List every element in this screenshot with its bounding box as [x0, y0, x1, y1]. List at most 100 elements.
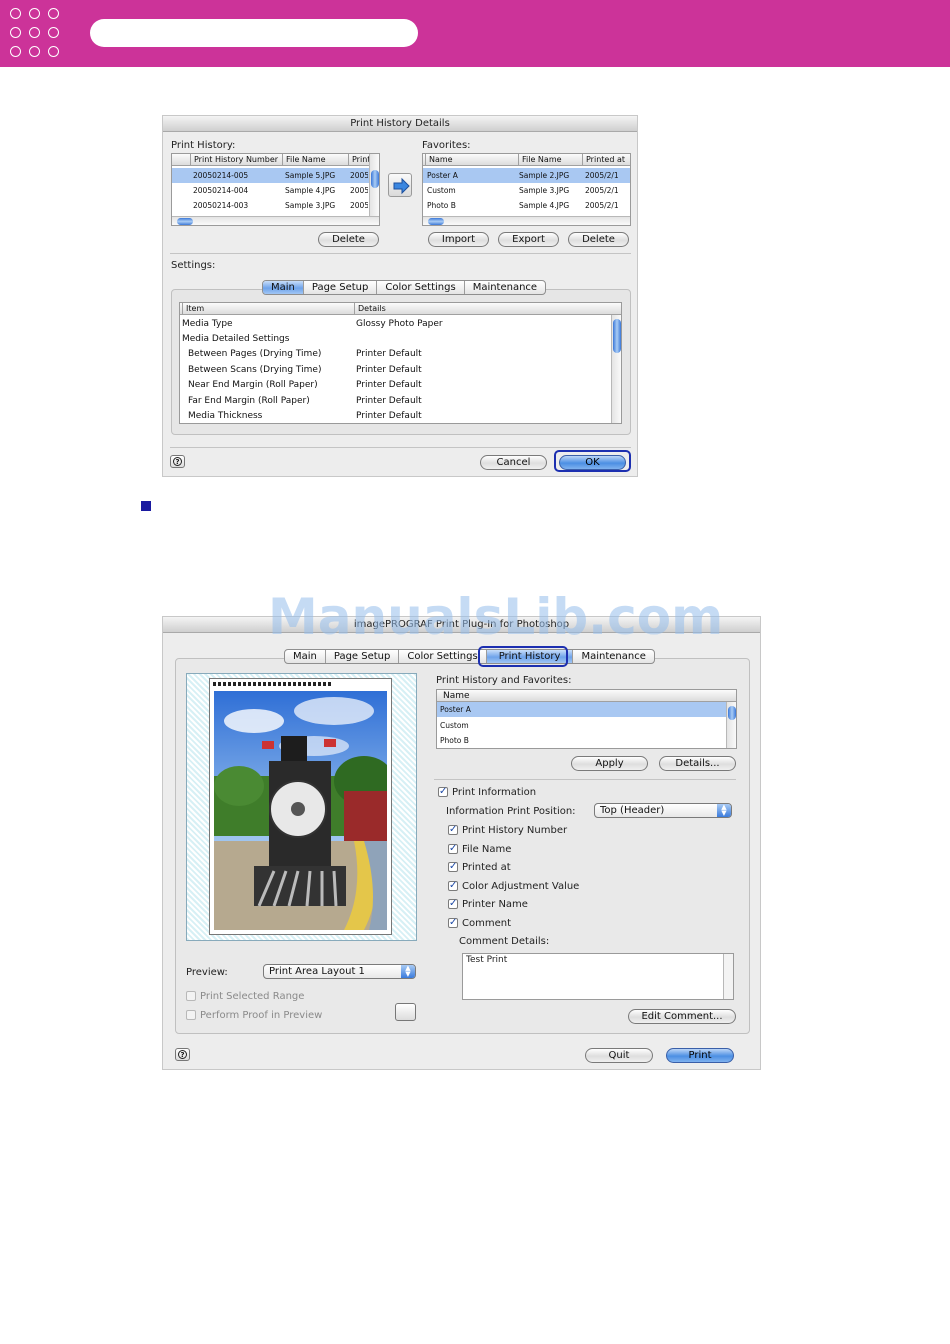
cancel-button[interactable]: Cancel	[480, 455, 547, 470]
cell-printed: 2005/2/1	[585, 171, 619, 180]
printer-name-checkbox[interactable]: ✓	[448, 899, 458, 909]
cell-details: Printer Default	[356, 396, 422, 406]
print-history-number-checkbox[interactable]: ✓	[448, 825, 458, 835]
favorites-delete-button[interactable]: Delete	[568, 232, 629, 247]
table-row[interactable]: Poster A Sample 2.JPG 2005/2/1	[423, 168, 630, 183]
settings-table[interactable]: Item Details Media Type Glossy Photo Pape…	[179, 302, 622, 424]
print-selected-range-label: Print Selected Range	[200, 991, 305, 1002]
header-info-line	[213, 682, 333, 686]
table-row[interactable]: Photo B Sample 4.JPG 2005/2/1	[423, 198, 630, 213]
comment-checkbox[interactable]: ✓	[448, 918, 458, 928]
favorites-table[interactable]: Name File Name Printed at Poster A Sampl…	[422, 153, 631, 226]
print-history-table[interactable]: Print History Number File Name Printed 2…	[171, 153, 380, 226]
cell-item: Media Thickness	[188, 411, 263, 421]
cell-number: 20050214-004	[193, 186, 249, 195]
history-favorites-list[interactable]: Name Poster A Custom Photo B	[436, 689, 737, 749]
main-tabs: Main Page Setup Color Settings Print His…	[284, 649, 655, 664]
list-item-label: Custom	[440, 721, 469, 730]
column-header[interactable]: Details	[354, 303, 608, 315]
column-header[interactable]: Printed at	[582, 154, 630, 166]
cell-item: Near End Margin (Roll Paper)	[188, 380, 318, 390]
preview-label: Preview:	[186, 967, 228, 978]
table-row[interactable]: Media Type Glossy Photo Paper	[180, 317, 621, 332]
table-row[interactable]: Media Detailed Settings	[180, 332, 621, 347]
vertical-scrollbar[interactable]	[611, 315, 621, 423]
cell-file: Sample 2.JPG	[519, 171, 570, 180]
file-name-label: File Name	[462, 844, 512, 855]
table-row[interactable]: 20050214-005 Sample 5.JPG 2005	[172, 168, 379, 183]
cell-item: Between Pages (Drying Time)	[188, 349, 322, 359]
vertical-scrollbar[interactable]	[726, 702, 736, 748]
table-row[interactable]: 20050214-004 Sample 4.JPG 2005	[172, 183, 379, 198]
tab-focus-ring	[478, 646, 568, 667]
proof-settings-icon[interactable]	[395, 1003, 416, 1021]
color-adjustment-label: Color Adjustment Value	[462, 881, 580, 892]
add-to-favorites-arrow-icon[interactable]	[388, 173, 412, 197]
help-icon[interactable]: ?	[170, 455, 185, 468]
preview-select[interactable]: Print Area Layout 1 ▲ ▼	[263, 964, 416, 979]
updown-arrow-icon: ▲ ▼	[401, 965, 415, 978]
column-header[interactable]: Item	[182, 303, 354, 315]
ok-button[interactable]: OK	[559, 455, 626, 470]
table-header: Item Details	[180, 303, 621, 315]
tab-main[interactable]: Main	[285, 650, 326, 663]
column-header[interactable]: Print History Number	[190, 154, 282, 166]
help-icon[interactable]: ?	[175, 1048, 190, 1061]
table-row[interactable]: Media Thickness Printer Default	[180, 409, 621, 423]
printed-at-checkbox[interactable]: ✓	[448, 862, 458, 872]
print-information-checkbox[interactable]: ✓	[438, 787, 448, 797]
cell-name: Photo B	[427, 201, 456, 210]
table-row[interactable]: Near End Margin (Roll Paper) Printer Defa…	[180, 378, 621, 393]
quit-button[interactable]: Quit	[585, 1048, 653, 1063]
history-favorites-label: Print History and Favorites:	[436, 675, 572, 686]
print-selected-range-checkbox[interactable]	[186, 991, 196, 1001]
cell-details: Printer Default	[356, 365, 422, 375]
divider	[170, 447, 631, 448]
comment-details-field[interactable]: Test Print	[462, 953, 734, 1000]
tab-page-setup[interactable]: Page Setup	[326, 650, 400, 663]
horizontal-scrollbar[interactable]	[423, 216, 630, 225]
cell-file: Sample 4.JPG	[519, 201, 570, 210]
list-item[interactable]: Custom	[437, 718, 736, 733]
import-button[interactable]: Import	[428, 232, 489, 247]
list-item[interactable]: Photo B	[437, 733, 736, 748]
tab-page-setup[interactable]: Page Setup	[304, 281, 378, 294]
history-delete-button[interactable]: Delete	[318, 232, 379, 247]
table-row[interactable]: Between Scans (Drying Time) Printer Defau…	[180, 363, 621, 378]
tab-maintenance[interactable]: Maintenance	[465, 281, 545, 294]
horizontal-scrollbar[interactable]	[172, 216, 379, 225]
tab-color-settings[interactable]: Color Settings	[377, 281, 465, 294]
tab-main[interactable]: Main	[263, 281, 304, 294]
bullet-icon	[141, 501, 151, 511]
tab-maintenance[interactable]: Maintenance	[573, 650, 653, 663]
list-header: Name	[437, 690, 736, 702]
list-item[interactable]: Poster A	[437, 702, 736, 717]
comment-details-text: Test Print	[466, 955, 508, 965]
cell-item: Media Type	[182, 319, 233, 329]
favorites-label: Favorites:	[422, 140, 471, 151]
column-header[interactable]: File Name	[518, 154, 582, 166]
cell-details: Printer Default	[356, 349, 422, 359]
color-adjustment-checkbox[interactable]: ✓	[448, 881, 458, 891]
table-row[interactable]: 20050214-003 Sample 3.JPG 2005	[172, 198, 379, 213]
table-row[interactable]: Custom Sample 3.JPG 2005/2/1	[423, 183, 630, 198]
dots-logo-icon	[10, 8, 64, 60]
column-header[interactable]: Name	[437, 690, 727, 702]
edit-comment-button[interactable]: Edit Comment...	[628, 1009, 736, 1024]
cell-name: Poster A	[427, 171, 458, 180]
vertical-scrollbar[interactable]	[369, 154, 379, 216]
details-button[interactable]: Details...	[659, 756, 736, 771]
position-select[interactable]: Top (Header) ▲ ▼	[594, 803, 732, 818]
apply-button[interactable]: Apply	[571, 756, 648, 771]
table-row[interactable]: Far End Margin (Roll Paper) Printer Defau…	[180, 394, 621, 409]
export-button[interactable]: Export	[498, 232, 559, 247]
file-name-checkbox[interactable]: ✓	[448, 844, 458, 854]
column-header[interactable]: File Name	[282, 154, 348, 166]
print-button[interactable]: Print	[666, 1048, 734, 1063]
cell-file: Sample 5.JPG	[285, 171, 336, 180]
vertical-scrollbar[interactable]	[723, 954, 733, 999]
column-header[interactable]: Name	[425, 154, 518, 166]
tab-color-settings[interactable]: Color Settings	[399, 650, 487, 663]
perform-proof-checkbox[interactable]	[186, 1010, 196, 1020]
table-row[interactable]: Between Pages (Drying Time) Printer Defau…	[180, 347, 621, 362]
